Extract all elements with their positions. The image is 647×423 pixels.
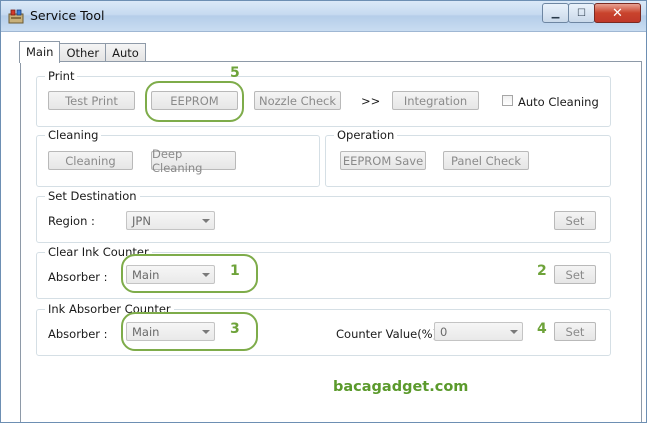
operation-group-label: Operation xyxy=(334,128,398,142)
deep-cleaning-button[interactable]: Deep Cleaning xyxy=(151,147,236,175)
chevron-down-icon xyxy=(202,219,210,223)
integration-button[interactable]: Integration xyxy=(392,91,479,110)
title-bar[interactable]: Service Tool ▁ ☐ ✕ xyxy=(1,1,646,32)
counter-value-label: Counter Value(%) : xyxy=(336,327,445,341)
region-value: JPN xyxy=(132,214,151,228)
auto-cleaning-label: Auto Cleaning xyxy=(518,95,599,109)
arrow-indicator: >> xyxy=(361,94,381,108)
counter-value: 0 xyxy=(440,325,448,339)
tab-main[interactable]: Main xyxy=(19,41,61,63)
set-destination-group: Set Destination xyxy=(36,189,611,243)
clear-absorber-label: Absorber : xyxy=(48,270,108,284)
maximize-icon: ☐ xyxy=(577,7,586,19)
ink-absorber-label: Absorber : xyxy=(48,327,108,341)
minimize-icon: ▁ xyxy=(551,7,560,19)
app-icon xyxy=(8,9,24,24)
close-icon: ✕ xyxy=(612,5,623,21)
panel-check-button[interactable]: Panel Check xyxy=(443,151,529,170)
chevron-down-icon xyxy=(510,330,518,334)
print-group-label: Print xyxy=(45,69,78,83)
annotation-number-1: 1 xyxy=(230,263,240,279)
cleaning-group-label: Cleaning xyxy=(45,128,102,142)
annotation-number-2: 2 xyxy=(537,263,547,279)
eeprom-save-button[interactable]: EEPROM Save xyxy=(340,151,426,170)
set-destination-label: Set Destination xyxy=(45,189,140,203)
maximize-button[interactable]: ☐ xyxy=(568,3,595,23)
window-title: Service Tool xyxy=(30,8,105,23)
annotation-number-5: 5 xyxy=(230,65,240,81)
minimize-button[interactable]: ▁ xyxy=(542,3,569,23)
watermark-text: bacagadget.com xyxy=(333,379,469,395)
tab-auto[interactable]: Auto xyxy=(105,43,146,62)
close-button[interactable]: ✕ xyxy=(594,3,641,23)
counter-value-select[interactable]: 0 xyxy=(434,322,523,341)
highlight-eeprom xyxy=(145,81,244,122)
region-select[interactable]: JPN xyxy=(126,211,215,230)
service-tool-window: Service Tool ▁ ☐ ✕ Main Other Auto Print… xyxy=(0,0,647,423)
clear-ink-counter-set-button[interactable]: Set xyxy=(554,265,596,284)
ink-absorber-set-button[interactable]: Set xyxy=(554,322,596,341)
annotation-number-4: 4 xyxy=(537,321,547,337)
cleaning-button[interactable]: Cleaning xyxy=(48,151,133,170)
test-print-button[interactable]: Test Print xyxy=(48,91,135,110)
nozzle-check-button[interactable]: Nozzle Check xyxy=(254,91,341,110)
set-destination-set-button[interactable]: Set xyxy=(554,211,596,230)
annotation-number-3: 3 xyxy=(230,321,240,337)
region-label: Region : xyxy=(48,214,95,228)
auto-cleaning-checkbox[interactable] xyxy=(502,95,513,106)
tab-strip: Main Other Auto xyxy=(19,41,146,63)
tab-other[interactable]: Other xyxy=(59,43,107,62)
